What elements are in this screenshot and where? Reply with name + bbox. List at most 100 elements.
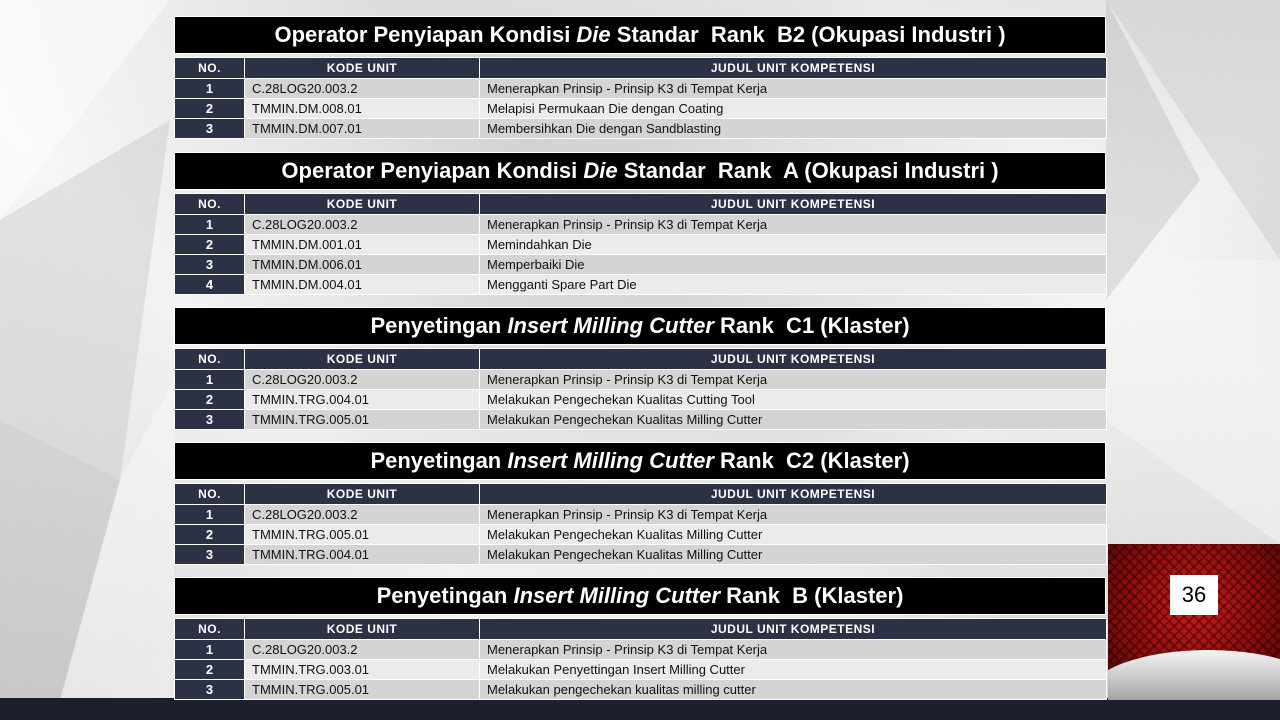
unit-title: Melakukan Penyettingan Insert Milling Cu… [479, 659, 1107, 680]
table-header-row: NO. KODE UNIT JUDUL UNIT KOMPETENSI [174, 348, 1107, 370]
unit-code: TMMIN.TRG.005.01 [244, 409, 480, 430]
table-row: 2 TMMIN.TRG.004.01 Melakukan Pengechekan K… [174, 389, 1107, 410]
unit-title: Menerapkan Prinsip - Prinsip K3 di Tempa… [479, 214, 1107, 235]
column-header-kode-unit: KODE UNIT [244, 618, 480, 640]
row-number: 1 [174, 78, 245, 99]
unit-title: Melakukan Pengechekan Kualitas Milling C… [479, 409, 1107, 430]
table-row: 3 TMMIN.TRG.005.01 Melakukan pengechekan k… [174, 679, 1107, 700]
column-header-judul: JUDUL UNIT KOMPETENSI [479, 57, 1107, 79]
unit-code: TMMIN.DM.006.01 [244, 254, 480, 275]
section-title-emphasis: Die [576, 22, 611, 47]
column-header-kode-unit: KODE UNIT [244, 57, 480, 79]
section-title-prefix: Penyetingan [370, 313, 508, 338]
table-row: 2 TMMIN.DM.008.01 Melapisi Permukaan Die d… [174, 98, 1107, 119]
unit-code: C.28LOG20.003.2 [244, 214, 480, 235]
section-title: Operator Penyiapan Kondisi Die Standar R… [174, 16, 1106, 54]
unit-title: Melakukan Pengechekan Kualitas Milling C… [479, 544, 1107, 565]
column-header-no: NO. [174, 57, 245, 79]
column-header-judul: JUDUL UNIT KOMPETENSI [479, 618, 1107, 640]
table-row: 2 TMMIN.TRG.003.01 Melakukan Penyettingan … [174, 659, 1107, 680]
unit-code: C.28LOG20.003.2 [244, 369, 480, 390]
row-number: 3 [174, 409, 245, 430]
competency-table-section: Operator Penyiapan Kondisi Die Standar R… [174, 152, 1107, 295]
table-row: 3 TMMIN.DM.007.01 Membersihkan Die dengan … [174, 118, 1107, 139]
unit-code: TMMIN.TRG.005.01 [244, 524, 480, 545]
table-row: 2 TMMIN.DM.001.01 Memindahkan Die [174, 234, 1107, 255]
competency-table-section: Penyetingan Insert Milling Cutter Rank B… [174, 577, 1107, 700]
competency-table: NO. KODE UNIT JUDUL UNIT KOMPETENSI 1 C.28LO… [174, 57, 1107, 139]
unit-title: Memperbaiki Die [479, 254, 1107, 275]
table-row: 1 C.28LOG20.003.2 Menerapkan Prinsip - Pri… [174, 78, 1107, 99]
unit-title: Membersihkan Die dengan Sandblasting [479, 118, 1107, 139]
unit-title: Melakukan pengechekan kualitas milling c… [479, 679, 1107, 700]
section-title-suffix: Rank C2 (Klaster) [713, 448, 910, 473]
table-row: 3 TMMIN.TRG.005.01 Melakukan Pengechekan K… [174, 409, 1107, 430]
table-header-row: NO. KODE UNIT JUDUL UNIT KOMPETENSI [174, 483, 1107, 505]
decorative-red-mesh-panel [1108, 544, 1280, 700]
column-header-kode-unit: KODE UNIT [244, 348, 480, 370]
column-header-kode-unit: KODE UNIT [244, 193, 480, 215]
section-title: Penyetingan Insert Milling Cutter Rank C… [174, 442, 1106, 480]
section-title-suffix: Rank B (Klaster) [720, 583, 904, 608]
section-title-emphasis: Insert Milling Cutter [507, 313, 714, 338]
unit-title: Menerapkan Prinsip - Prinsip K3 di Tempa… [479, 369, 1107, 390]
table-row: 3 TMMIN.DM.006.01 Memperbaiki Die [174, 254, 1107, 275]
column-header-no: NO. [174, 483, 245, 505]
section-title-emphasis: Insert Milling Cutter [513, 583, 721, 608]
column-header-no: NO. [174, 348, 245, 370]
column-header-no: NO. [174, 618, 245, 640]
section-title-suffix: Rank C1 (Klaster) [713, 313, 910, 338]
competency-table-section: Operator Penyiapan Kondisi Die Standar R… [174, 16, 1107, 139]
unit-code: C.28LOG20.003.2 [244, 504, 480, 525]
table-row: 1 C.28LOG20.003.2 Menerapkan Prinsip - Pri… [174, 214, 1107, 235]
unit-code: TMMIN.DM.008.01 [244, 98, 480, 119]
table-header-row: NO. KODE UNIT JUDUL UNIT KOMPETENSI [174, 193, 1107, 215]
column-header-judul: JUDUL UNIT KOMPETENSI [479, 483, 1107, 505]
unit-code: TMMIN.TRG.003.01 [244, 659, 480, 680]
column-header-no: NO. [174, 193, 245, 215]
section-title-suffix: Standar Rank B2 (Okupasi Industri ) [610, 22, 1006, 47]
row-number: 3 [174, 544, 245, 565]
section-title: Penyetingan Insert Milling Cutter Rank B… [174, 577, 1106, 615]
section-title-prefix: Operator Penyiapan Kondisi [274, 22, 577, 47]
section-title-emphasis: Insert Milling Cutter [507, 448, 714, 473]
unit-title: Melapisi Permukaan Die dengan Coating [479, 98, 1107, 119]
competency-table-section: Penyetingan Insert Milling Cutter Rank C… [174, 442, 1107, 565]
row-number: 1 [174, 214, 245, 235]
unit-code: TMMIN.TRG.004.01 [244, 389, 480, 410]
section-title-emphasis: Die [583, 158, 618, 183]
competency-table: NO. KODE UNIT JUDUL UNIT KOMPETENSI 1 C.28LO… [174, 193, 1107, 295]
column-header-kode-unit: KODE UNIT [244, 483, 480, 505]
table-row: 3 TMMIN.TRG.004.01 Melakukan Pengechekan K… [174, 544, 1107, 565]
table-header-row: NO. KODE UNIT JUDUL UNIT KOMPETENSI [174, 57, 1107, 79]
competency-table: NO. KODE UNIT JUDUL UNIT KOMPETENSI 1 C.28LO… [174, 618, 1107, 700]
table-row: 2 TMMIN.TRG.005.01 Melakukan Pengechekan K… [174, 524, 1107, 545]
unit-code: TMMIN.TRG.005.01 [244, 679, 480, 700]
page-number: 36 [1170, 575, 1218, 615]
section-title-prefix: Operator Penyiapan Kondisi [281, 158, 584, 183]
unit-code: TMMIN.DM.001.01 [244, 234, 480, 255]
unit-code: TMMIN.DM.007.01 [244, 118, 480, 139]
unit-title: Mengganti Spare Part Die [479, 274, 1107, 295]
row-number: 1 [174, 369, 245, 390]
unit-code: C.28LOG20.003.2 [244, 639, 480, 660]
row-number: 2 [174, 524, 245, 545]
competency-table-section: Penyetingan Insert Milling Cutter Rank C… [174, 307, 1107, 430]
bottom-bar [0, 698, 1280, 720]
row-number: 2 [174, 659, 245, 680]
unit-title: Menerapkan Prinsip - Prinsip K3 di Tempa… [479, 639, 1107, 660]
unit-code: C.28LOG20.003.2 [244, 78, 480, 99]
row-number: 1 [174, 639, 245, 660]
row-number: 1 [174, 504, 245, 525]
row-number: 3 [174, 118, 245, 139]
row-number: 4 [174, 274, 245, 295]
table-row: 4 TMMIN.DM.004.01 Mengganti Spare Part Die [174, 274, 1107, 295]
row-number: 2 [174, 98, 245, 119]
column-header-judul: JUDUL UNIT KOMPETENSI [479, 193, 1107, 215]
table-row: 1 C.28LOG20.003.2 Menerapkan Prinsip - Pri… [174, 504, 1107, 525]
unit-title: Melakukan Pengechekan Kualitas Cutting T… [479, 389, 1107, 410]
column-header-judul: JUDUL UNIT KOMPETENSI [479, 348, 1107, 370]
unit-title: Melakukan Pengechekan Kualitas Milling C… [479, 524, 1107, 545]
section-title-suffix: Standar Rank A (Okupasi Industri ) [617, 158, 999, 183]
section-title: Operator Penyiapan Kondisi Die Standar R… [174, 152, 1106, 190]
